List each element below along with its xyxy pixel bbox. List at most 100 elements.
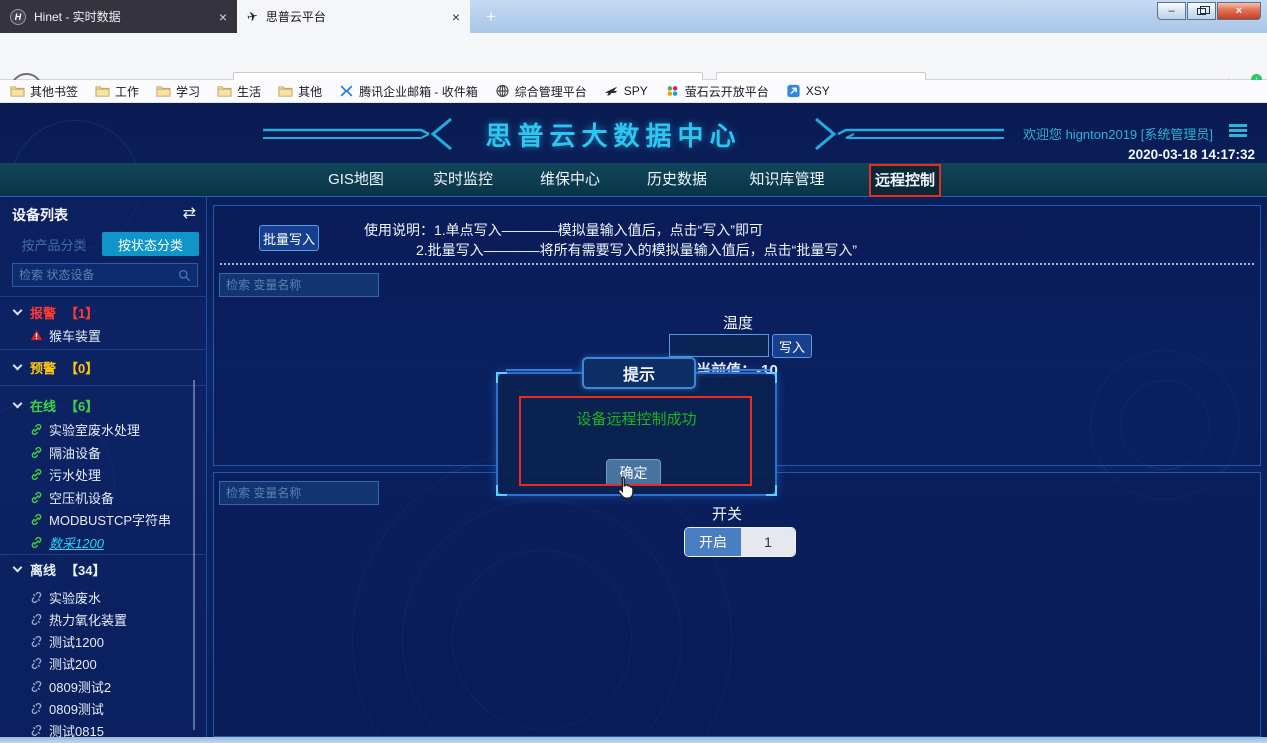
group-online[interactable]: 在线 【6】	[0, 395, 200, 415]
bookmark-item[interactable]: 工作	[95, 83, 139, 100]
window-bottom-edge	[0, 737, 1267, 743]
switch-value: 1	[741, 528, 795, 556]
title-decoration-right	[754, 116, 1004, 152]
switch-on-button[interactable]: 开启	[685, 528, 741, 556]
tab-title: 思普云平台	[266, 8, 444, 25]
device-item[interactable]: 隔油设备	[0, 442, 200, 462]
device-item[interactable]: MODBUSTCP字符串	[0, 509, 200, 529]
xsy-icon	[786, 84, 801, 98]
bookmark-item[interactable]: 学习	[156, 83, 200, 100]
instructions-line2: 2.批量写入————将所有需要写入的模拟量输入值后，点击“批量写入”	[416, 240, 857, 260]
device-item[interactable]: 测试1200	[0, 631, 200, 651]
switch-toggle[interactable]: 开启 1	[684, 527, 796, 557]
chevron-down-icon	[13, 562, 23, 572]
bookmark-item[interactable]: 其他	[278, 83, 322, 100]
device-search-input[interactable]	[19, 268, 174, 282]
datetime-text: 2020-03-18 14:17:32	[1128, 147, 1255, 162]
device-item[interactable]: 空压机设备	[0, 487, 200, 507]
dialog-corner	[766, 485, 777, 496]
user-menu-icon[interactable]	[1229, 124, 1247, 139]
bookmark-item[interactable]: XSY	[786, 84, 830, 98]
temperature-label: 温度	[678, 312, 798, 333]
variable-search-input[interactable]	[226, 278, 372, 292]
group-alarm[interactable]: 报警 【1】	[0, 302, 200, 322]
device-item[interactable]: 测试200	[0, 653, 200, 673]
chevron-down-icon	[13, 398, 23, 408]
device-item[interactable]: 实验废水	[0, 587, 200, 607]
nav-tab-remote-control[interactable]: 远程控制	[869, 164, 941, 197]
device-item[interactable]: 0809测试	[0, 698, 200, 718]
bookmark-item[interactable]: 生活	[217, 83, 261, 100]
mouse-cursor-icon	[613, 475, 639, 501]
dialog-corner	[766, 372, 777, 383]
device-item[interactable]: 热力氧化装置	[0, 609, 200, 629]
folder-icon	[156, 84, 171, 98]
variable-search-input[interactable]	[226, 486, 372, 500]
broken-link-icon	[30, 724, 43, 737]
nav-tab-maintenance-center[interactable]: 维保中心	[530, 163, 610, 197]
device-item[interactable]: 猴车装置	[0, 325, 200, 345]
sidebar-scrollbar[interactable]	[193, 380, 195, 730]
variable-search[interactable]	[219, 273, 379, 297]
variable-search[interactable]	[219, 481, 379, 505]
device-item[interactable]: 0809测试2	[0, 676, 200, 696]
dialog-title: 提示	[582, 357, 696, 389]
sipu-favicon: ✈	[245, 8, 259, 26]
nav-tab-history-data[interactable]: 历史数据	[637, 163, 717, 197]
globe-icon	[495, 84, 510, 98]
device-item[interactable]: 实验室废水处理	[0, 419, 200, 439]
new-tab-button[interactable]: +	[479, 5, 503, 28]
tab-close-icon[interactable]: ×	[452, 9, 460, 25]
window-controls: – ×	[1157, 2, 1261, 20]
device-list-sidebar: 设备列表 ⇄ 按产品分类 按状态分类 报警 【1】 猴车装置 预警 【0】 在线…	[0, 197, 207, 737]
restore-button[interactable]	[1187, 2, 1216, 20]
browser-window: H Hinet - 实时数据 × ✈ 思普云平台 × + – × ← → ↻ ⌂…	[0, 0, 1267, 743]
group-offline[interactable]: 离线 【34】	[0, 559, 200, 579]
bookmark-item[interactable]: 腾讯企业邮箱 - 收件箱	[339, 83, 478, 100]
batch-write-button[interactable]: 批量写入	[259, 225, 319, 251]
nav-tab-knowledge-base[interactable]: 知识库管理	[740, 163, 834, 197]
link-icon	[30, 513, 43, 526]
restore-icon	[1197, 8, 1206, 15]
broken-link-icon	[30, 635, 43, 648]
link-icon	[30, 468, 43, 481]
bookmark-item[interactable]: 综合管理平台	[495, 83, 587, 100]
folder-icon	[217, 84, 232, 98]
write-button[interactable]: 写入	[772, 334, 812, 358]
dialog-corner	[496, 372, 507, 383]
collapse-swap-icon[interactable]: ⇄	[183, 203, 196, 223]
browser-tab-sipu[interactable]: ✈ 思普云平台 ×	[237, 0, 470, 33]
link-icon	[30, 536, 43, 549]
nav-tab-gis-map[interactable]: GIS地图	[316, 163, 396, 197]
switch-write-panel: 开关 开启 1	[213, 472, 1261, 737]
dialog-corner	[496, 485, 507, 496]
broken-link-icon	[30, 657, 43, 670]
title-decoration-left	[263, 116, 473, 152]
minimize-button[interactable]: –	[1157, 2, 1186, 20]
device-search[interactable]	[12, 263, 198, 287]
folder-icon	[278, 84, 293, 98]
group-warning[interactable]: 预警 【0】	[0, 357, 200, 377]
bookmark-item[interactable]: SPY	[604, 84, 648, 98]
broken-link-icon	[30, 613, 43, 626]
browser-tab-bar: H Hinet - 实时数据 × ✈ 思普云平台 × + – ×	[0, 0, 1267, 33]
device-item[interactable]: 污水处理	[0, 464, 200, 484]
tab-by-product[interactable]: 按产品分类	[8, 232, 100, 256]
nav-tab-realtime-monitor[interactable]: 实时监控	[423, 163, 503, 197]
link-icon	[30, 423, 43, 436]
search-icon	[178, 269, 191, 282]
welcome-text: 欢迎您 hignton2019 [系统管理员]	[1023, 124, 1213, 143]
broken-link-icon	[30, 702, 43, 715]
device-item-selected[interactable]: 数采1200	[0, 532, 200, 552]
bookmarks-bar: 其他书签 工作 学习 生活 其他 腾讯企业邮箱 - 收件箱 综合管理平台 SPY…	[0, 80, 1267, 103]
tab-by-status[interactable]: 按状态分类	[102, 232, 199, 256]
main-nav	[0, 163, 1267, 197]
tab-title: Hinet - 实时数据	[34, 8, 211, 25]
broken-link-icon	[30, 591, 43, 604]
temperature-input[interactable]	[669, 334, 769, 357]
tab-close-icon[interactable]: ×	[219, 9, 227, 25]
close-button[interactable]: ×	[1217, 2, 1261, 20]
bookmark-item[interactable]: 萤石云开放平台	[665, 83, 769, 100]
browser-tab-hinet[interactable]: H Hinet - 实时数据 ×	[0, 0, 237, 33]
bookmark-item[interactable]: 其他书签	[10, 83, 78, 100]
